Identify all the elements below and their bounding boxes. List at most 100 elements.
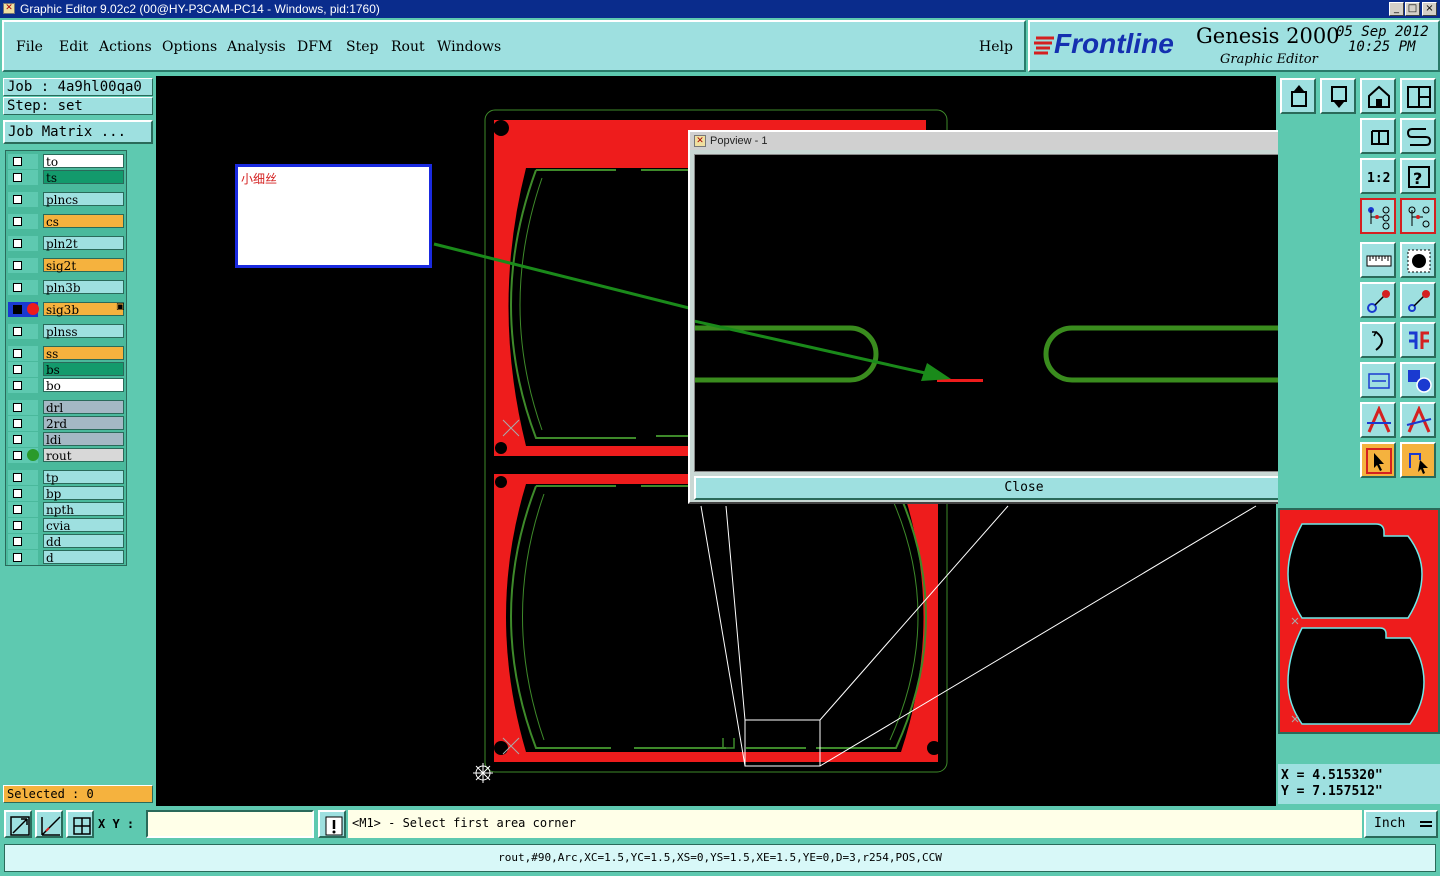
layer-name[interactable]: cs — [43, 214, 124, 229]
layer-row-bo[interactable]: bo — [8, 378, 126, 393]
layer-row-plnss[interactable]: plnss — [8, 324, 126, 339]
layer-checkbox[interactable] — [8, 534, 38, 549]
undo-icon[interactable] — [1360, 118, 1396, 154]
layer-row-sig2t[interactable]: sig2t — [8, 258, 126, 273]
text-a-icon[interactable] — [1360, 402, 1396, 438]
layer-row-cs[interactable]: cs — [8, 214, 126, 229]
menu-actions[interactable]: Actions — [99, 39, 152, 55]
layer-checkbox[interactable] — [8, 400, 38, 415]
layer-checkbox[interactable] — [8, 346, 38, 361]
overview-minimap[interactable] — [1278, 508, 1440, 734]
layer-checkbox[interactable] — [8, 192, 38, 207]
units-selector[interactable]: Inch — [1364, 810, 1438, 838]
zoom-window-icon[interactable] — [4, 810, 32, 838]
layer-name[interactable]: ts — [43, 170, 124, 185]
add-line-endpoint-icon[interactable] — [1400, 282, 1436, 318]
route-select-icon[interactable] — [1400, 442, 1436, 478]
layer-row-2rd[interactable]: 2rd — [8, 416, 126, 431]
menu-edit[interactable]: Edit — [59, 39, 88, 55]
layer-checkbox[interactable] — [8, 280, 38, 295]
layer-name[interactable]: plncs — [43, 192, 124, 207]
layer-checkbox[interactable] — [8, 518, 38, 533]
net-connect-icon[interactable] — [1360, 198, 1396, 234]
text-a-edit-icon[interactable] — [1400, 402, 1436, 438]
layer-row-ldi[interactable]: ldi — [8, 432, 126, 447]
layer-row-npth[interactable]: npth — [8, 502, 126, 517]
menu-windows[interactable]: Windows — [437, 39, 501, 55]
home-icon[interactable] — [1360, 78, 1396, 114]
layer-row-drl[interactable]: drl — [8, 400, 126, 415]
menu-dfm[interactable]: DFM — [297, 39, 332, 55]
layer-checkbox[interactable] — [8, 432, 38, 447]
layer-checkbox[interactable] — [8, 302, 39, 317]
ruler-icon[interactable] — [1360, 242, 1396, 278]
layer-checkbox[interactable] — [8, 154, 38, 169]
layer-row-cvia[interactable]: cvia — [8, 518, 126, 533]
layer-name[interactable]: d — [43, 550, 124, 565]
menu-options[interactable]: Options — [162, 39, 217, 55]
layer-row-bs[interactable]: bs — [8, 362, 126, 377]
layer-name[interactable]: bp — [43, 486, 124, 501]
arc-icon[interactable] — [1360, 322, 1396, 358]
maximize-button[interactable]: □ — [1405, 2, 1420, 16]
alert-icon[interactable] — [318, 810, 346, 838]
popview-canvas[interactable] — [694, 154, 1321, 472]
layer-checkbox[interactable] — [8, 550, 38, 565]
measure-icon[interactable] — [35, 810, 63, 838]
layer-row-sig3b[interactable]: sig3b ▣ — [8, 302, 126, 317]
mirror-feature-icon[interactable] — [1400, 322, 1436, 358]
layer-row-ts[interactable]: ts — [8, 170, 126, 185]
layer-row-plncs[interactable]: plncs — [8, 192, 126, 207]
layer-checkbox[interactable] — [8, 258, 38, 273]
layer-name[interactable]: tp — [43, 470, 124, 485]
layer-row-to[interactable]: to — [8, 154, 126, 169]
pan-up-icon[interactable] — [1280, 78, 1316, 114]
select-pointer-icon[interactable] — [1360, 442, 1396, 478]
split-view-icon[interactable] — [1400, 78, 1436, 114]
scale-one-to-two-icon[interactable]: 1:2 — [1360, 158, 1396, 194]
pad-select-icon[interactable] — [1400, 242, 1436, 278]
layer-name[interactable]: 2rd — [43, 416, 124, 431]
shapes-icon[interactable] — [1400, 362, 1436, 398]
layer-checkbox[interactable] — [8, 362, 38, 377]
layer-checkbox[interactable] — [8, 470, 38, 485]
layer-row-bp[interactable]: bp — [8, 486, 126, 501]
layer-row-rout[interactable]: rout — [8, 448, 126, 463]
layer-checkbox[interactable] — [8, 416, 38, 431]
layer-name[interactable]: cvia — [43, 518, 124, 533]
minimize-button[interactable]: _ — [1389, 2, 1404, 16]
net-select-icon[interactable] — [1400, 198, 1436, 234]
menu-step[interactable]: Step — [346, 39, 378, 55]
xy-input[interactable] — [146, 810, 314, 838]
layer-name[interactable]: dd — [43, 534, 124, 549]
layer-name[interactable]: sig2t — [43, 258, 124, 273]
layer-checkbox[interactable] — [8, 170, 38, 185]
menu-rout[interactable]: Rout — [391, 39, 425, 55]
layer-checkbox[interactable] — [8, 324, 38, 339]
help-query-icon[interactable]: ? — [1400, 158, 1436, 194]
layer-row-d[interactable]: d — [8, 550, 126, 565]
snap-icon[interactable] — [1400, 118, 1436, 154]
layer-checkbox[interactable] — [8, 502, 38, 517]
layer-name[interactable]: sig3b — [43, 302, 124, 317]
menu-help[interactable]: Help — [979, 39, 1013, 55]
layer-name[interactable]: plnss — [43, 324, 124, 339]
pan-down-icon[interactable] — [1320, 78, 1356, 114]
job-matrix-button[interactable]: Job Matrix ... — [3, 120, 153, 144]
layer-name[interactable]: rout — [43, 448, 124, 463]
layer-name[interactable]: bs — [43, 362, 124, 377]
layer-name[interactable]: bo — [43, 378, 124, 393]
layer-row-dd[interactable]: dd — [8, 534, 126, 549]
layer-name[interactable]: pln2t — [43, 236, 124, 251]
layer-checkbox[interactable] — [8, 378, 38, 393]
add-line-icon[interactable] — [1360, 282, 1396, 318]
layer-row-pln2t[interactable]: pln2t — [8, 236, 126, 251]
layer-checkbox[interactable] — [8, 236, 38, 251]
grid-snap-icon[interactable] — [66, 810, 94, 838]
menu-file[interactable]: File — [16, 39, 43, 55]
layer-name[interactable]: to — [43, 154, 124, 169]
popview-close-button[interactable]: Close — [694, 476, 1354, 500]
layer-checkbox[interactable] — [8, 448, 39, 463]
layer-name[interactable]: npth — [43, 502, 124, 517]
layer-row-ss[interactable]: ss — [8, 346, 126, 361]
